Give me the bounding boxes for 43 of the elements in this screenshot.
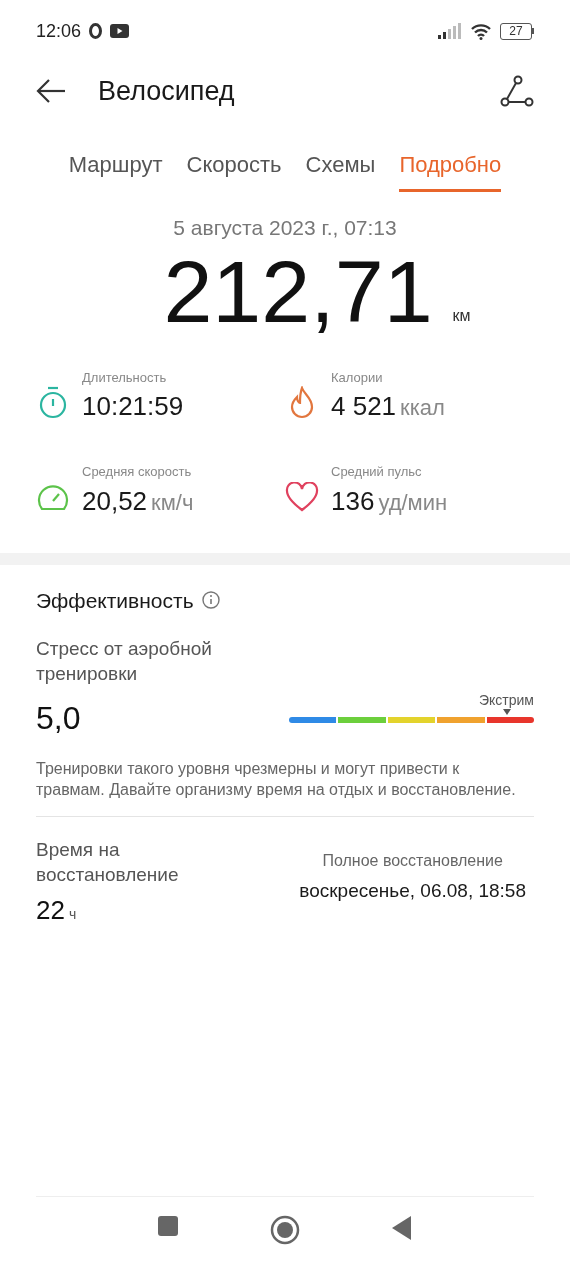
recovery-label: Время на восстановление [36, 838, 180, 887]
workout-date: 5 августа 2023 г., 07:13 [173, 215, 397, 241]
section-title: Эффективность [36, 587, 194, 614]
share-nodes-icon[interactable] [500, 75, 534, 107]
back-arrow-icon[interactable] [36, 79, 66, 103]
stat-label: Средний пульс [331, 463, 423, 481]
stat-unit: уд/мин [378, 488, 448, 517]
square-nav-icon[interactable] [157, 1215, 180, 1237]
signal-icon [438, 23, 462, 39]
stat-value: 10:21:59 [82, 390, 184, 423]
stress-value: 5,0 [36, 699, 82, 738]
circle-nav-icon[interactable] [270, 1215, 300, 1245]
video-app-icon [110, 24, 130, 38]
battery-icon: 27 [500, 22, 534, 40]
stress-label: Стресс от аэробной тренировки [36, 637, 213, 686]
stopwatch-icon [38, 385, 68, 420]
stat-value: 4 521 [331, 390, 397, 423]
stat-label: Средняя скорость [82, 463, 193, 481]
back-nav-icon[interactable] [390, 1215, 413, 1241]
tab[interactable]: Маршрут [68, 148, 163, 192]
full-recovery-time: воскресенье, 06.08, 18:58 [299, 879, 526, 903]
stat-label: Длительность [82, 368, 168, 387]
distance-value: 212,71 [163, 247, 433, 340]
stat-unit: ккал [400, 394, 445, 422]
scale-label: Экстрим [479, 691, 534, 710]
stat-value: 20,52 [82, 484, 148, 518]
tab[interactable]: Скорость [186, 148, 282, 192]
recovery-value: 22 [36, 894, 65, 927]
distance-unit: км [452, 305, 471, 326]
stat-value: 136 [331, 484, 375, 518]
full-recovery-label: Полное восстановление [322, 851, 503, 871]
stat-unit: км/ч [151, 488, 194, 517]
stress-description: Тренировки такого уровня чрезмерны и могут привести к травмам. Давайте организму время на отдых и восстановление. [36, 759, 516, 800]
speedometer-icon [36, 482, 70, 513]
page-title: Велосипед [98, 74, 235, 108]
tab[interactable]: Схемы [305, 148, 376, 192]
circle-app-icon [89, 23, 103, 39]
info-icon[interactable] [201, 591, 220, 610]
stat-label: Калории [331, 368, 384, 387]
wifi-icon [470, 22, 492, 40]
status-time: 12:06 [36, 19, 82, 43]
recovery-unit: ч [68, 905, 77, 924]
heart-icon [285, 482, 319, 513]
